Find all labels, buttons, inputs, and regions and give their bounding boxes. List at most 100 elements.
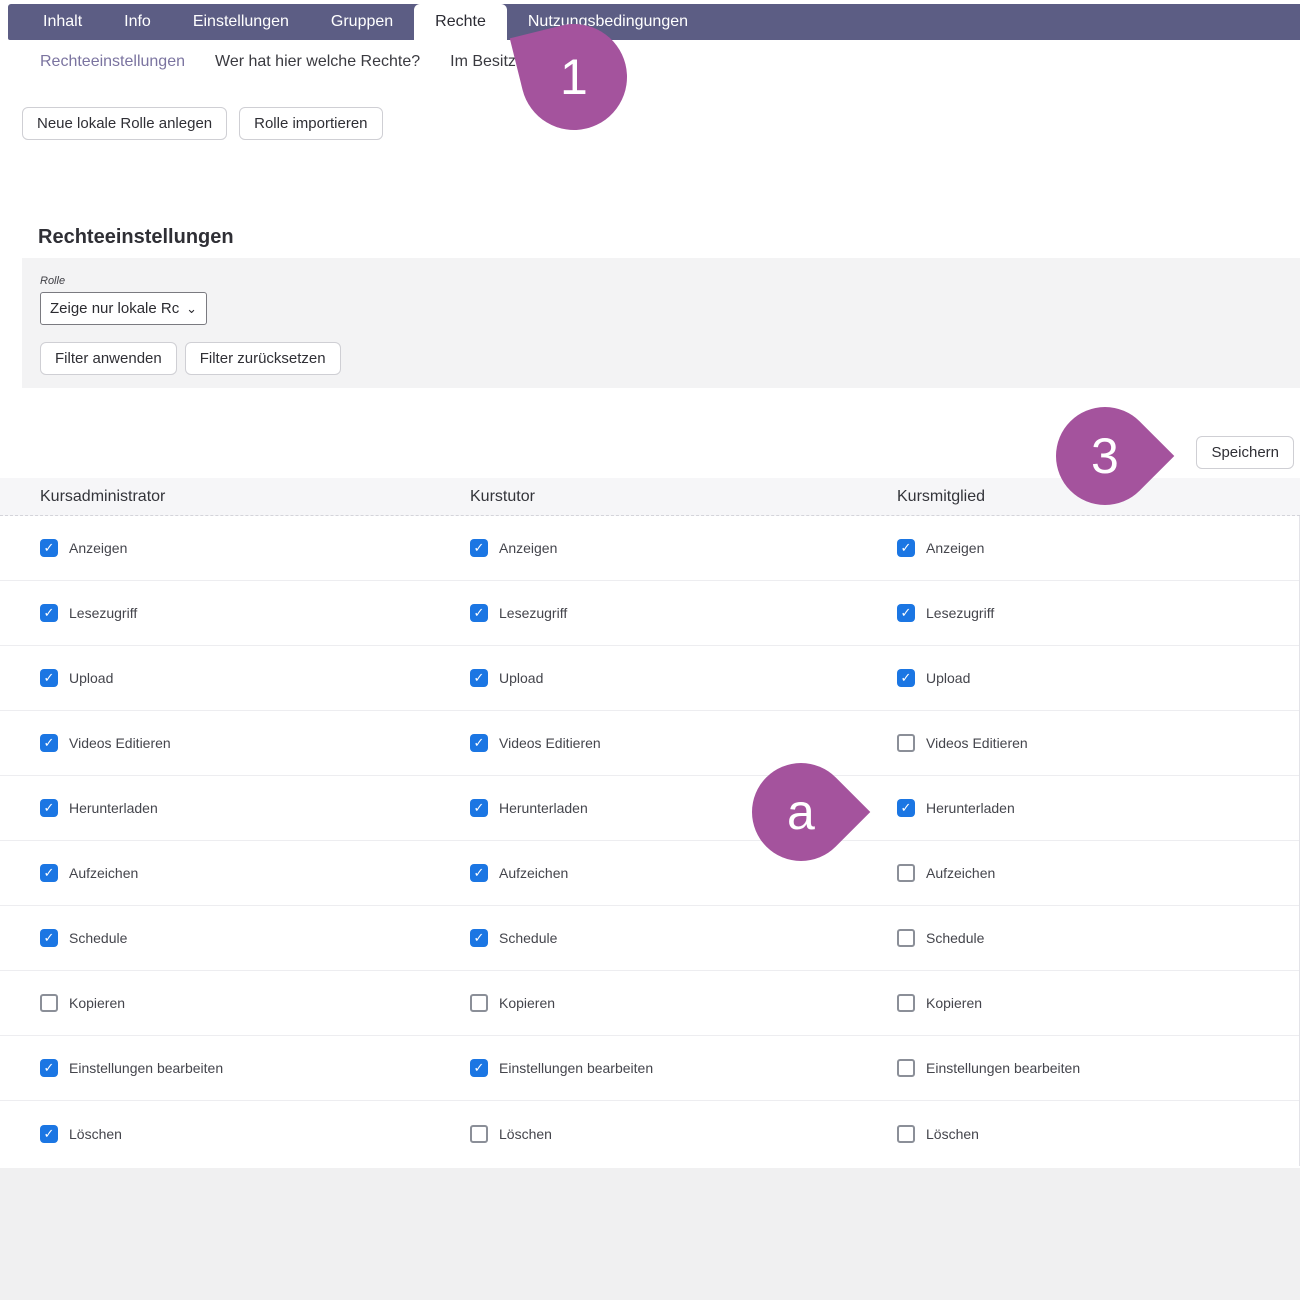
checkbox-kursadministrator-aufzeichen[interactable]: ✓	[40, 864, 58, 882]
cell-kursadministrator-anzeigen: ✓Anzeigen	[0, 539, 430, 557]
checkbox-kursadministrator-anzeigen[interactable]: ✓	[40, 539, 58, 557]
checkbox-kurstutor-kopieren[interactable]	[470, 994, 488, 1012]
checkbox-kursmitglied-aufzeichen[interactable]	[897, 864, 915, 882]
permission-row-herunterladen: ✓Herunterladen✓Herunterladen✓Herunterlad…	[0, 776, 1299, 841]
checkbox-kursadministrator-herunterladen[interactable]: ✓	[40, 799, 58, 817]
cell-kurstutor-kopieren: Kopieren	[430, 994, 857, 1012]
permission-label: Anzeigen	[499, 540, 557, 556]
cell-kursmitglied-videos-editieren: Videos Editieren	[857, 734, 1299, 752]
cell-kursmitglied-upload: ✓ Upload	[857, 669, 1299, 687]
cell-kurstutor-videos-editieren: ✓ Videos Editieren	[430, 734, 857, 752]
checkbox-kurstutor-lesezugriff[interactable]: ✓	[470, 604, 488, 622]
save-button[interactable]: Speichern	[1196, 436, 1294, 469]
checkbox-kurstutor-herunterladen[interactable]: ✓	[470, 799, 488, 817]
permission-label: Anzeigen	[926, 540, 984, 556]
new-local-role-button[interactable]: Neue lokale Rolle anlegen	[22, 107, 227, 140]
role-select-value: Zeige nur lokale Rc	[50, 300, 179, 317]
callout-step-1-label: 1	[560, 52, 588, 102]
cell-kursadministrator-herunterladen: ✓ Herunterladen	[0, 799, 430, 817]
permissions-rows: ✓Anzeigen✓Anzeigen✓Anzeigen✓Lesezugriff✓…	[0, 516, 1300, 1166]
sub-tab-bar: RechteeinstellungenWer hat hier welche R…	[25, 48, 531, 76]
checkbox-kurstutor-einstellungen-bearbeiten[interactable]: ✓	[470, 1059, 488, 1077]
cell-kursmitglied-herunterladen: ✓ Herunterladen	[857, 799, 1299, 817]
checkbox-kursadministrator-kopieren[interactable]	[40, 994, 58, 1012]
reset-filter-button[interactable]: Filter zurücksetzen	[185, 342, 341, 375]
checkbox-kursmitglied-lesezugriff[interactable]: ✓	[897, 604, 915, 622]
cell-kurstutor-upload: ✓Upload	[430, 669, 857, 687]
tab-rechte[interactable]: Rechte	[414, 4, 507, 40]
permission-label: Herunterladen	[926, 800, 1015, 816]
permission-label: Schedule	[69, 930, 127, 946]
checkbox-kursadministrator-einstellungen-bearbeiten[interactable]: ✓	[40, 1059, 58, 1077]
permission-label: Aufzeichen	[926, 865, 995, 881]
permission-label: Schedule	[926, 930, 984, 946]
subtab-wer-hat-hier-welche-rechte[interactable]: Wer hat hier welche Rechte?	[200, 53, 435, 71]
permission-row-l-schen: ✓LöschenLöschenLöschen	[0, 1101, 1299, 1166]
checkbox-kurstutor-anzeigen[interactable]: ✓	[470, 539, 488, 557]
checkbox-kursadministrator-videos-editieren[interactable]: ✓	[40, 734, 58, 752]
cell-kursmitglied-l-schen: Löschen	[857, 1125, 1299, 1143]
permission-label: Videos Editieren	[69, 735, 171, 751]
checkbox-kursmitglied-l-schen[interactable]	[897, 1125, 915, 1143]
checkbox-kursmitglied-herunterladen[interactable]: ✓	[897, 799, 915, 817]
checkbox-kursmitglied-videos-editieren[interactable]	[897, 734, 915, 752]
tab-info[interactable]: Info	[103, 4, 172, 40]
permission-label: Upload	[926, 670, 970, 686]
permission-row-videos-editieren: ✓ Videos Editieren ✓ Videos Editieren Videos…	[0, 711, 1299, 776]
top-tab-bar: InhaltInfoEinstellungenGruppenRechteNutz…	[8, 4, 1300, 40]
checkbox-kursadministrator-upload[interactable]: ✓	[40, 669, 58, 687]
tab-einstellungen[interactable]: Einstellungen	[172, 4, 310, 40]
cell-kursadministrator-upload: ✓ Upload	[0, 669, 430, 687]
callout-step-a-label: a	[787, 787, 815, 837]
chevron-down-icon: ⌄	[186, 301, 197, 317]
permission-label: Einstellungen bearbeiten	[499, 1060, 653, 1076]
permissions-table: KursadministratorKurstutorKursmitglied ✓…	[0, 478, 1300, 1166]
cell-kursmitglied-aufzeichen: Aufzeichen	[857, 864, 1299, 882]
cell-kurstutor-einstellungen-bearbeiten: ✓ Einstellungen bearbeiten	[430, 1059, 857, 1077]
column-header-kursadministrator: Kursadministrator	[0, 488, 430, 506]
tab-gruppen[interactable]: Gruppen	[310, 4, 414, 40]
cell-kursmitglied-schedule: Schedule	[857, 929, 1299, 947]
cell-kursadministrator-schedule: ✓ Schedule	[0, 929, 430, 947]
permission-label: Kopieren	[499, 995, 555, 1011]
checkbox-kursadministrator-lesezugriff[interactable]: ✓	[40, 604, 58, 622]
subtab-rechteeinstellungen[interactable]: Rechteeinstellungen	[25, 53, 200, 71]
tab-inhalt[interactable]: Inhalt	[22, 4, 103, 40]
permission-label: Upload	[69, 670, 113, 686]
apply-filter-button[interactable]: Filter anwenden	[40, 342, 177, 375]
checkbox-kursadministrator-l-schen[interactable]: ✓	[40, 1125, 58, 1143]
checkbox-kurstutor-upload[interactable]: ✓	[470, 669, 488, 687]
checkbox-kursmitglied-schedule[interactable]	[897, 929, 915, 947]
role-select-label: Rolle	[40, 275, 1282, 287]
filter-button-row: Filter anwenden Filter zurücksetzen	[40, 342, 1282, 375]
role-action-row: Neue lokale Rolle anlegen Rolle importie…	[22, 107, 383, 140]
permission-label: Videos Editieren	[499, 735, 601, 751]
checkbox-kursmitglied-einstellungen-bearbeiten[interactable]	[897, 1059, 915, 1077]
checkbox-kursadministrator-schedule[interactable]: ✓	[40, 929, 58, 947]
permission-label: Lesezugriff	[926, 605, 994, 621]
cell-kurstutor-aufzeichen: ✓Aufzeichen	[430, 864, 857, 882]
permission-label: Schedule	[499, 930, 557, 946]
checkbox-kurstutor-videos-editieren[interactable]: ✓	[470, 734, 488, 752]
permission-label: Herunterladen	[69, 800, 158, 816]
import-role-button[interactable]: Rolle importieren	[239, 107, 382, 140]
cell-kursmitglied-einstellungen-bearbeiten: Einstellungen bearbeiten	[857, 1059, 1299, 1077]
checkbox-kurstutor-aufzeichen[interactable]: ✓	[470, 864, 488, 882]
cell-kurstutor-anzeigen: ✓ Anzeigen	[430, 539, 857, 557]
checkbox-kurstutor-l-schen[interactable]	[470, 1125, 488, 1143]
save-row: Speichern	[1196, 436, 1294, 469]
checkbox-kursmitglied-kopieren[interactable]	[897, 994, 915, 1012]
role-select[interactable]: Zeige nur lokale Rc ⌄	[40, 292, 207, 325]
cell-kursmitglied-lesezugriff: ✓ Lesezugriff	[857, 604, 1299, 622]
checkbox-kursmitglied-anzeigen[interactable]: ✓	[897, 539, 915, 557]
permission-row-aufzeichen: ✓Aufzeichen✓AufzeichenAufzeichen	[0, 841, 1299, 906]
permission-label: Kopieren	[926, 995, 982, 1011]
cell-kurstutor-l-schen: Löschen	[430, 1125, 857, 1143]
checkbox-kursmitglied-upload[interactable]: ✓	[897, 669, 915, 687]
checkbox-kurstutor-schedule[interactable]: ✓	[470, 929, 488, 947]
cell-kursadministrator-einstellungen-bearbeiten: ✓Einstellungen bearbeiten	[0, 1059, 430, 1077]
permission-row-schedule: ✓ Schedule ✓ Schedule Schedule	[0, 906, 1299, 971]
cell-kursmitglied-anzeigen: ✓ Anzeigen	[857, 539, 1299, 557]
permission-label: Lesezugriff	[69, 605, 137, 621]
permission-label: Löschen	[499, 1126, 552, 1142]
